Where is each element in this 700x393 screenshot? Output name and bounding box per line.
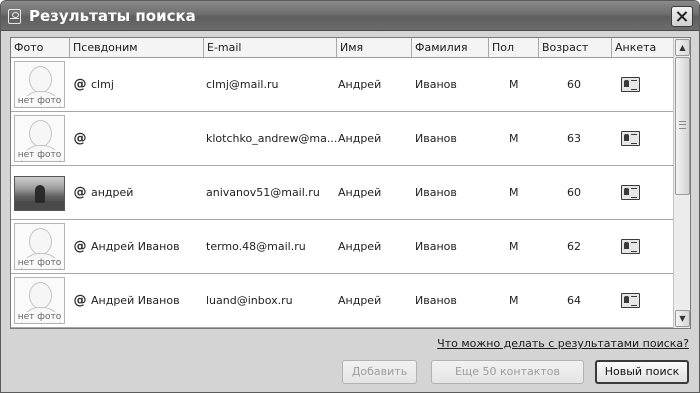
column-header-profile[interactable]: Анкета — [611, 38, 673, 58]
vertical-scrollbar[interactable]: ▲ ▼ — [673, 38, 690, 328]
at-icon: @ — [73, 239, 87, 254]
profile-cell — [613, 220, 653, 273]
gender-cell: М — [509, 78, 519, 91]
nickname-text: clmj — [91, 78, 114, 91]
table-row[interactable]: нет фото @ klotchko_andrew@ma... Андрей … — [11, 112, 673, 166]
no-photo-label: нет фото — [15, 150, 64, 160]
grid-body: нет фото @ clmj clmj@mail.ru Андрей Ивано… — [11, 58, 673, 328]
age-cell: 60 — [567, 186, 581, 199]
nickname-cell: @ — [73, 112, 201, 165]
avatar-head-icon — [29, 282, 52, 309]
close-button[interactable] — [671, 6, 693, 27]
new-search-button[interactable]: Новый поиск — [595, 360, 689, 384]
at-icon: @ — [73, 131, 87, 146]
column-header-first-name[interactable]: Имя — [336, 38, 411, 58]
profile-card-icon[interactable] — [621, 293, 640, 308]
search-results-window: Результаты поиска Фото Псевдоним E-mail … — [0, 0, 700, 393]
email-cell: termo.48@mail.ru — [206, 240, 306, 253]
grid-header: Фото Псевдоним E-mail Имя Фамилия Пол Во… — [11, 38, 673, 58]
last-name-cell: Иванов — [415, 294, 457, 307]
no-photo-avatar: нет фото — [14, 115, 65, 162]
profile-cell — [613, 166, 653, 219]
email-cell: luand@inbox.ru — [206, 294, 293, 307]
last-name-cell: Иванов — [415, 240, 457, 253]
profile-cell — [613, 274, 653, 327]
last-name-cell: Иванов — [415, 78, 457, 91]
chevron-down-icon: ▼ — [679, 314, 686, 323]
gender-cell: М — [509, 186, 519, 199]
column-header-photo[interactable]: Фото — [11, 38, 69, 58]
age-cell: 64 — [567, 294, 581, 307]
scroll-up-button[interactable]: ▲ — [675, 39, 690, 56]
column-header-nickname[interactable]: Псевдоним — [69, 38, 203, 58]
profile-card-icon[interactable] — [621, 131, 640, 146]
avatar-head-icon — [29, 228, 52, 255]
no-photo-avatar: нет фото — [14, 61, 65, 108]
email-cell: clmj@mail.ru — [206, 78, 279, 91]
column-header-gender[interactable]: Пол — [488, 38, 538, 58]
title-bar: Результаты поиска — [1, 1, 699, 31]
gender-cell: М — [509, 240, 519, 253]
nickname-cell: @ андрей — [73, 166, 201, 219]
table-row[interactable]: нет фото @ Андрей Иванов termo.48@mail.ru… — [11, 220, 673, 274]
chevron-up-icon: ▲ — [679, 43, 686, 52]
nickname-cell: @ clmj — [73, 58, 201, 111]
age-cell: 62 — [567, 240, 581, 253]
nickname-text: андрей — [91, 186, 134, 199]
scroll-down-button[interactable]: ▼ — [675, 310, 690, 327]
no-photo-label: нет фото — [15, 258, 64, 268]
table-row[interactable]: нет фото @ clmj clmj@mail.ru Андрей Ивано… — [11, 58, 673, 112]
photo-person — [35, 185, 45, 203]
column-header-age[interactable]: Возраст — [538, 38, 611, 58]
results-grid: Фото Псевдоним E-mail Имя Фамилия Пол Во… — [10, 37, 691, 329]
email-cell: anivanov51@mail.ru — [206, 186, 320, 199]
age-cell: 60 — [567, 78, 581, 91]
add-button[interactable]: Добавить — [342, 360, 417, 384]
scroll-thumb[interactable] — [675, 57, 690, 195]
nickname-cell: @ Андрей Иванов — [73, 274, 201, 327]
no-photo-avatar: нет фото — [14, 277, 65, 324]
window-title: Результаты поиска — [29, 7, 196, 25]
profile-card-icon[interactable] — [621, 185, 640, 200]
column-header-last-name[interactable]: Фамилия — [411, 38, 488, 58]
age-cell: 63 — [567, 132, 581, 145]
profile-cell — [613, 58, 653, 111]
table-row[interactable]: @ андрей anivanov51@mail.ru Андрей Иванов… — [11, 166, 673, 220]
table-row[interactable]: нет фото @ Андрей Иванов luand@inbox.ru А… — [11, 274, 673, 328]
at-icon: @ — [73, 77, 87, 92]
profile-card-icon[interactable] — [621, 239, 640, 254]
avatar-head-icon — [29, 66, 52, 93]
user-photo — [14, 176, 65, 211]
nickname-text: Андрей Иванов — [91, 294, 180, 307]
no-photo-avatar: нет фото — [14, 223, 65, 270]
last-name-cell: Иванов — [415, 186, 457, 199]
contact-card-icon — [8, 9, 21, 24]
first-name-cell: Андрей — [338, 78, 382, 91]
column-header-email[interactable]: E-mail — [203, 38, 336, 58]
at-icon: @ — [73, 293, 87, 308]
first-name-cell: Андрей — [338, 132, 382, 145]
profile-cell — [613, 112, 653, 165]
no-photo-label: нет фото — [15, 312, 64, 322]
at-icon: @ — [73, 185, 87, 200]
email-cell: klotchko_andrew@ma... — [206, 132, 338, 145]
first-name-cell: Андрей — [338, 294, 382, 307]
first-name-cell: Андрей — [338, 240, 382, 253]
profile-card-icon[interactable] — [621, 77, 640, 92]
gender-cell: М — [509, 132, 519, 145]
gender-cell: М — [509, 294, 519, 307]
first-name-cell: Андрей — [338, 186, 382, 199]
help-link[interactable]: Что можно делать с результатами поиска? — [437, 337, 689, 350]
nickname-cell: @ Андрей Иванов — [73, 220, 201, 273]
nickname-text: Андрей Иванов — [91, 240, 180, 253]
no-photo-label: нет фото — [15, 96, 64, 106]
avatar-head-icon — [29, 120, 52, 147]
last-name-cell: Иванов — [415, 132, 457, 145]
more-contacts-button[interactable]: Еще 50 контактов — [431, 360, 584, 384]
